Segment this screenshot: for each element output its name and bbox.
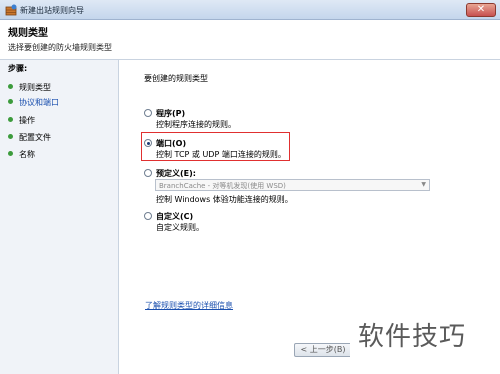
wizard-header: 规则类型 选择要创建的防火墙规则类型 <box>0 20 500 60</box>
option-description: 控制 Windows 体验功能连接的规则。 <box>156 195 293 204</box>
steps-sidebar: 步骤: 规则类型 协议和端口 操作 配置文件 名称 <box>0 60 118 374</box>
option-description: 自定义规则。 <box>156 223 204 232</box>
bullet-icon <box>8 151 13 156</box>
watermark-text: 软件技巧 <box>358 322 467 352</box>
step-label[interactable]: 协议和端口 <box>19 97 59 108</box>
close-icon: ✕ <box>476 4 486 15</box>
learn-more-link[interactable]: 了解规则类型的详细信息 <box>145 300 233 311</box>
option-title[interactable]: 程序(P) <box>156 108 185 119</box>
firewall-icon <box>5 4 17 16</box>
highlight-box <box>141 132 290 161</box>
step-label: 操作 <box>19 116 35 125</box>
radio-custom[interactable] <box>144 212 152 220</box>
title-bar: 新建出站规则向导 ✕ <box>0 0 500 20</box>
bullet-icon <box>8 117 13 122</box>
bullet-icon <box>8 99 13 104</box>
step-label: 名称 <box>19 150 35 159</box>
page-title: 规则类型 <box>8 28 48 39</box>
back-button[interactable]: < 上一步(B) <box>294 343 352 357</box>
bullet-icon <box>8 134 13 139</box>
select-value: BranchCache - 对等机发现(使用 WSD) <box>159 182 286 190</box>
watermark: 软件技巧 <box>350 298 500 374</box>
page-subtitle: 选择要创建的防火墙规则类型 <box>8 43 112 52</box>
chevron-down-icon: ▼ <box>421 181 426 188</box>
radio-predefined[interactable] <box>144 169 152 177</box>
steps-title: 步骤: <box>8 64 28 73</box>
option-title[interactable]: 预定义(E): <box>156 168 196 179</box>
rule-type-prompt: 要创建的规则类型 <box>144 74 208 83</box>
option-title[interactable]: 自定义(C) <box>156 211 193 222</box>
option-description: 控制程序连接的规则。 <box>156 120 236 129</box>
predefined-select[interactable]: BranchCache - 对等机发现(使用 WSD) ▼ <box>155 179 430 191</box>
bullet-icon <box>8 84 13 89</box>
window-title: 新建出站规则向导 <box>20 6 84 15</box>
step-label: 配置文件 <box>19 133 51 142</box>
step-label: 规则类型 <box>19 83 51 92</box>
radio-program[interactable] <box>144 109 152 117</box>
close-button[interactable]: ✕ <box>466 3 496 17</box>
